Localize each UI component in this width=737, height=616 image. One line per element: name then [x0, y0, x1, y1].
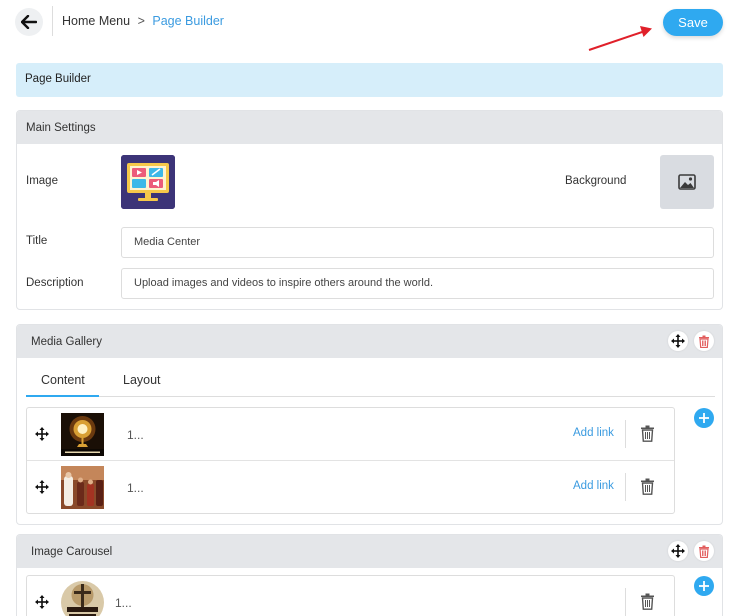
description-label: Description [26, 277, 84, 289]
breadcrumb-separator: > [137, 14, 145, 28]
trash-icon[interactable] [640, 593, 655, 610]
sunday-mass-image-icon [61, 581, 104, 616]
add-item-button[interactable] [694, 576, 714, 596]
trash-icon[interactable] [640, 478, 655, 495]
delete-section-button[interactable] [694, 331, 714, 351]
media-gallery-actions [668, 331, 714, 351]
media-gallery-title: Media Gallery [31, 335, 102, 348]
gallery-item-text: 1... [127, 428, 144, 442]
active-tab-indicator [26, 395, 99, 397]
back-button[interactable] [15, 8, 43, 36]
gallery-thumbnail[interactable] [61, 466, 104, 509]
main-settings-header: Main Settings [17, 111, 722, 144]
plus-icon [699, 581, 709, 591]
plus-icon [699, 413, 709, 423]
add-item-button[interactable] [694, 408, 714, 428]
carousel-thumbnail[interactable] [61, 581, 104, 616]
drag-handle-icon[interactable] [35, 480, 49, 494]
move-section-button[interactable] [668, 541, 688, 561]
move-icon [671, 544, 685, 558]
image-carousel-list: 1... [26, 575, 675, 616]
monstrance-image-icon [61, 413, 104, 456]
image-carousel-panel: Image Carousel 1... [16, 534, 723, 616]
congregation-image-icon [61, 466, 104, 509]
list-item: 1... Add link [27, 461, 674, 514]
trash-icon [699, 335, 709, 348]
tab-content[interactable]: Content [41, 373, 85, 387]
media-gallery-tabs: Content Layout [26, 369, 715, 397]
main-settings-panel: Main Settings Image Background Title Med… [16, 110, 723, 310]
tab-layout[interactable]: Layout [123, 373, 161, 387]
arrow-left-icon [21, 15, 37, 29]
row-divider [625, 420, 626, 448]
image-carousel-title: Image Carousel [31, 545, 113, 558]
annotation-arrow-icon [588, 26, 652, 51]
row-divider [625, 588, 626, 616]
row-divider [625, 473, 626, 501]
delete-section-button[interactable] [694, 541, 714, 561]
trash-icon [699, 545, 709, 558]
gallery-thumbnail[interactable] [61, 413, 104, 456]
breadcrumb-current[interactable]: Page Builder [152, 14, 224, 28]
media-gallery-list: 1... Add link 1... Add link [26, 407, 675, 514]
background-thumbnail[interactable] [660, 155, 714, 209]
description-input[interactable]: Upload images and videos to inspire othe… [121, 268, 714, 299]
move-section-button[interactable] [668, 331, 688, 351]
image-thumbnail[interactable] [121, 155, 175, 209]
trash-icon[interactable] [640, 425, 655, 442]
media-gallery-panel: Media Gallery Content Layout 1... Add li… [16, 324, 723, 525]
breadcrumb: Home Menu > Page Builder [62, 14, 224, 28]
add-link-button[interactable]: Add link [573, 427, 614, 439]
background-label: Background [565, 175, 627, 187]
drag-handle-icon[interactable] [35, 595, 49, 609]
carousel-item-text: 1... [115, 596, 132, 610]
media-center-icon [121, 155, 175, 209]
save-button[interactable]: Save [663, 9, 723, 36]
list-item: 1... Add link [27, 408, 674, 461]
move-icon [671, 334, 685, 348]
list-item: 1... [27, 576, 674, 616]
header-divider [52, 6, 53, 36]
title-input[interactable]: Media Center [121, 227, 714, 258]
drag-handle-icon[interactable] [35, 427, 49, 441]
image-placeholder-icon [678, 174, 696, 190]
title-label: Title [26, 235, 48, 247]
breadcrumb-home[interactable]: Home Menu [62, 14, 130, 28]
page-builder-banner: Page Builder [16, 63, 723, 97]
image-carousel-actions [668, 541, 714, 561]
image-carousel-header: Image Carousel [17, 535, 722, 568]
media-gallery-header: Media Gallery [17, 325, 722, 358]
top-bar: Home Menu > Page Builder Save [0, 0, 737, 51]
gallery-item-text: 1... [127, 481, 144, 495]
add-link-button[interactable]: Add link [573, 480, 614, 492]
image-label: Image [26, 175, 58, 187]
